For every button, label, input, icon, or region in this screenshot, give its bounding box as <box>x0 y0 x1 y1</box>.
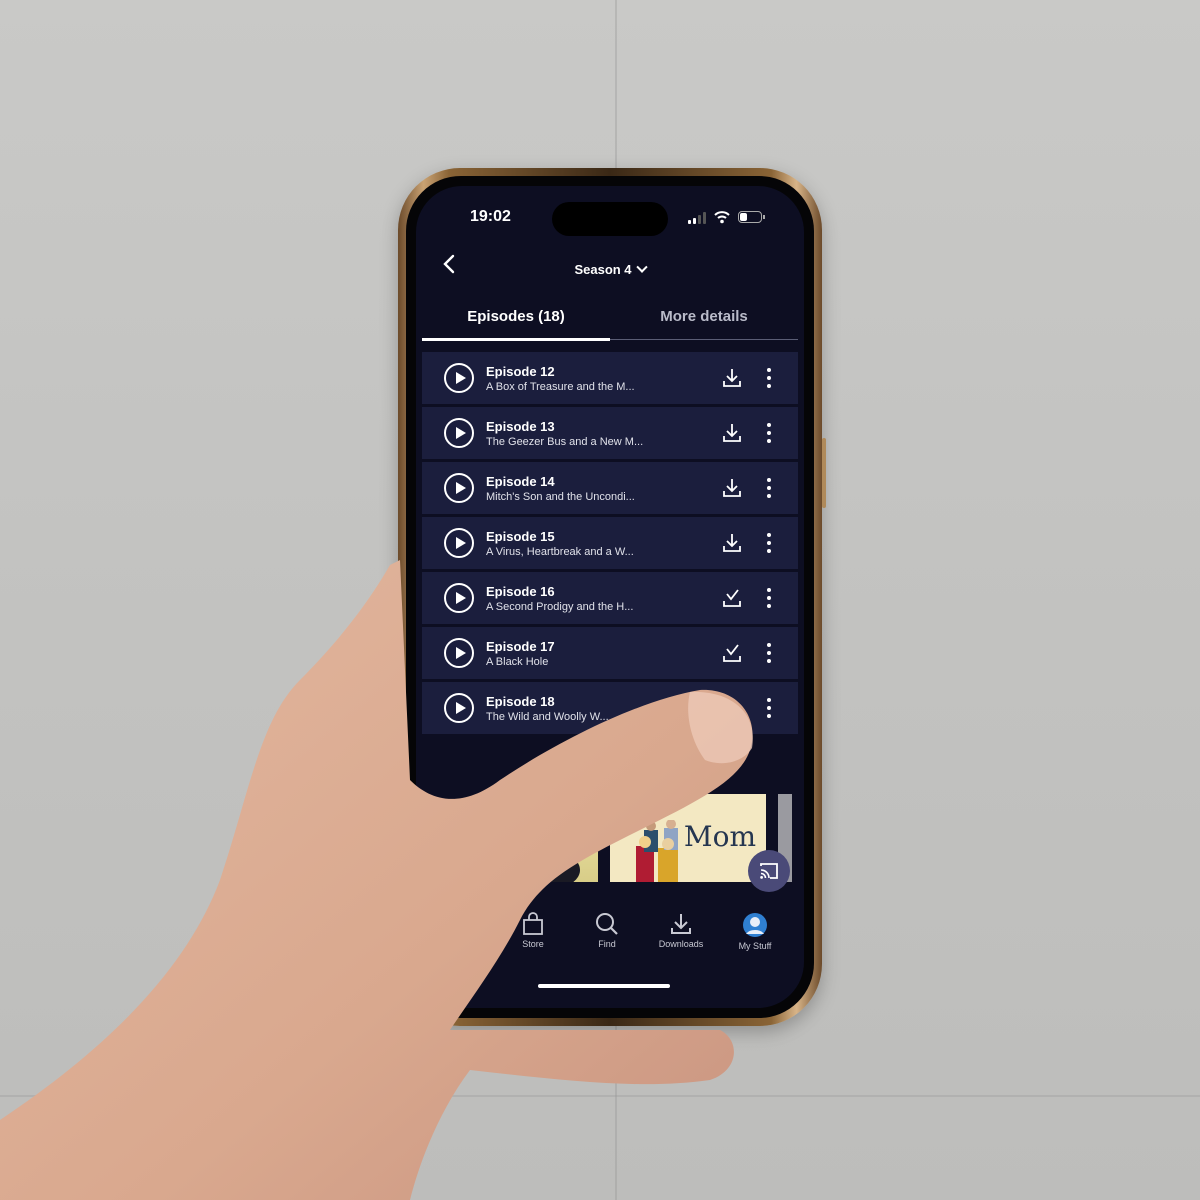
more-options-icon[interactable] <box>766 698 772 718</box>
episode-subtitle: The Geezer Bus and a New M... <box>486 435 644 448</box>
episode-text: Episode 16 A Second Prodigy and the H... <box>486 584 798 613</box>
nav-find-label: Find <box>598 939 616 949</box>
episode-title: Episode 18 <box>486 693 555 709</box>
episode-title: Episode 13 <box>486 418 555 434</box>
home-indicator[interactable] <box>538 984 670 988</box>
episode-subtitle: Mitch's Son and the Uncondi... <box>486 490 635 503</box>
more-options-icon[interactable] <box>766 368 772 388</box>
downloaded-check-icon[interactable] <box>722 588 742 608</box>
more-options-icon[interactable] <box>766 423 772 443</box>
episode-text: Episode 14 Mitch's Son and the Uncondi..… <box>486 474 798 503</box>
bottom-nav: Store Find Downloads My Stuff <box>416 912 804 972</box>
episode-title: Episode 17 <box>486 638 555 654</box>
play-icon[interactable] <box>444 363 474 393</box>
episode-subtitle: A Box of Treasure and the M... <box>486 380 635 393</box>
status-bar: 19:02 <box>416 202 804 236</box>
nav-downloads-label: Downloads <box>658 939 704 949</box>
poster-title: Mom <box>683 820 756 853</box>
row-heading: row <box>502 900 522 912</box>
season-label: Season 4 <box>574 262 632 277</box>
download-icon[interactable] <box>722 368 742 388</box>
more-options-icon[interactable] <box>766 643 772 663</box>
episode-subtitle: A Black Hole <box>486 655 549 668</box>
more-options-icon[interactable] <box>766 533 772 553</box>
download-icon <box>671 914 691 934</box>
episode-row[interactable]: Episode 14 Mitch's Son and the Uncondi..… <box>422 462 798 514</box>
download-icon[interactable] <box>722 478 742 498</box>
more-options-icon[interactable] <box>766 478 772 498</box>
episode-title: Episode 15 <box>486 528 555 544</box>
episode-title: Episode 12 <box>486 363 555 379</box>
nav-find[interactable]: Find <box>570 912 644 972</box>
profile-avatar-icon <box>743 913 767 937</box>
episode-row[interactable]: Episode 13 The Geezer Bus and a New M... <box>422 407 798 459</box>
episode-text: Episode 17 A Black Hole <box>486 639 798 668</box>
phone-bezel: 19:02 Season 4 Episodes (18) More detail… <box>406 176 814 1018</box>
episode-text: Episode 18 The Wild and Woolly W... <box>486 694 798 723</box>
chevron-down-icon <box>635 261 648 273</box>
episode-row[interactable]: Episode 18 The Wild and Woolly W... <box>422 682 798 734</box>
nav-my-stuff[interactable]: My Stuff <box>718 912 792 972</box>
play-icon[interactable] <box>444 418 474 448</box>
season-selector[interactable]: Season 4 <box>416 261 804 277</box>
more-options-icon[interactable] <box>766 588 772 608</box>
play-icon[interactable] <box>444 583 474 613</box>
nav-store-label: Store <box>522 939 544 949</box>
wall-seam <box>0 1095 1200 1097</box>
episode-row[interactable]: Episode 17 A Black Hole <box>422 627 798 679</box>
downloaded-check-icon[interactable] <box>722 643 742 663</box>
dynamic-island <box>552 202 668 236</box>
tab-bar: Episodes (18) More details <box>422 302 798 341</box>
download-icon[interactable] <box>722 533 742 553</box>
episode-list: Episode 12 A Box of Treasure and the M..… <box>422 352 798 737</box>
episode-text: Episode 13 The Geezer Bus and a New M... <box>486 419 798 448</box>
shopping-bag-icon <box>523 912 543 935</box>
poster-thumbnail[interactable]: Mom <box>610 794 766 882</box>
nav-my-stuff-label: My Stuff <box>738 941 772 951</box>
side-button <box>822 438 826 508</box>
episode-subtitle: The Wild and Woolly W... <box>486 710 609 723</box>
phone-screen: 19:02 Season 4 Episodes (18) More detail… <box>416 186 804 1008</box>
poster-image <box>528 846 580 882</box>
episode-title: Episode 14 <box>486 473 555 489</box>
battery-icon <box>738 211 765 223</box>
tab-more-details[interactable]: More details <box>610 302 798 339</box>
download-icon[interactable] <box>722 423 742 443</box>
poster-thumbnail[interactable] <box>526 794 598 882</box>
phone-device: 19:02 Season 4 Episodes (18) More detail… <box>398 168 826 1026</box>
episode-text: Episode 15 A Virus, Heartbreak and a W..… <box>486 529 798 558</box>
episode-subtitle: A Virus, Heartbreak and a W... <box>486 545 634 558</box>
recommendations-row: Mom <box>416 794 804 884</box>
play-icon[interactable] <box>444 473 474 503</box>
nav-store[interactable]: Store <box>496 912 570 972</box>
cast-button[interactable] <box>748 850 790 892</box>
episode-subtitle: A Second Prodigy and the H... <box>486 600 634 613</box>
episode-text: Episode 12 A Box of Treasure and the M..… <box>486 364 798 393</box>
search-icon <box>596 913 618 935</box>
wifi-icon <box>714 211 730 224</box>
cast-icon <box>760 863 778 879</box>
play-icon[interactable] <box>444 638 474 668</box>
nav-downloads[interactable]: Downloads <box>644 912 718 972</box>
play-icon[interactable] <box>444 693 474 723</box>
episode-title: Episode 16 <box>486 583 555 599</box>
tab-episodes[interactable]: Episodes (18) <box>422 302 610 341</box>
episode-row[interactable]: Episode 16 A Second Prodigy and the H... <box>422 572 798 624</box>
episode-row[interactable]: Episode 12 A Box of Treasure and the M..… <box>422 352 798 404</box>
status-time: 19:02 <box>470 208 511 225</box>
play-icon[interactable] <box>444 528 474 558</box>
signal-icon <box>688 212 706 224</box>
episode-row[interactable]: Episode 15 A Virus, Heartbreak and a W..… <box>422 517 798 569</box>
